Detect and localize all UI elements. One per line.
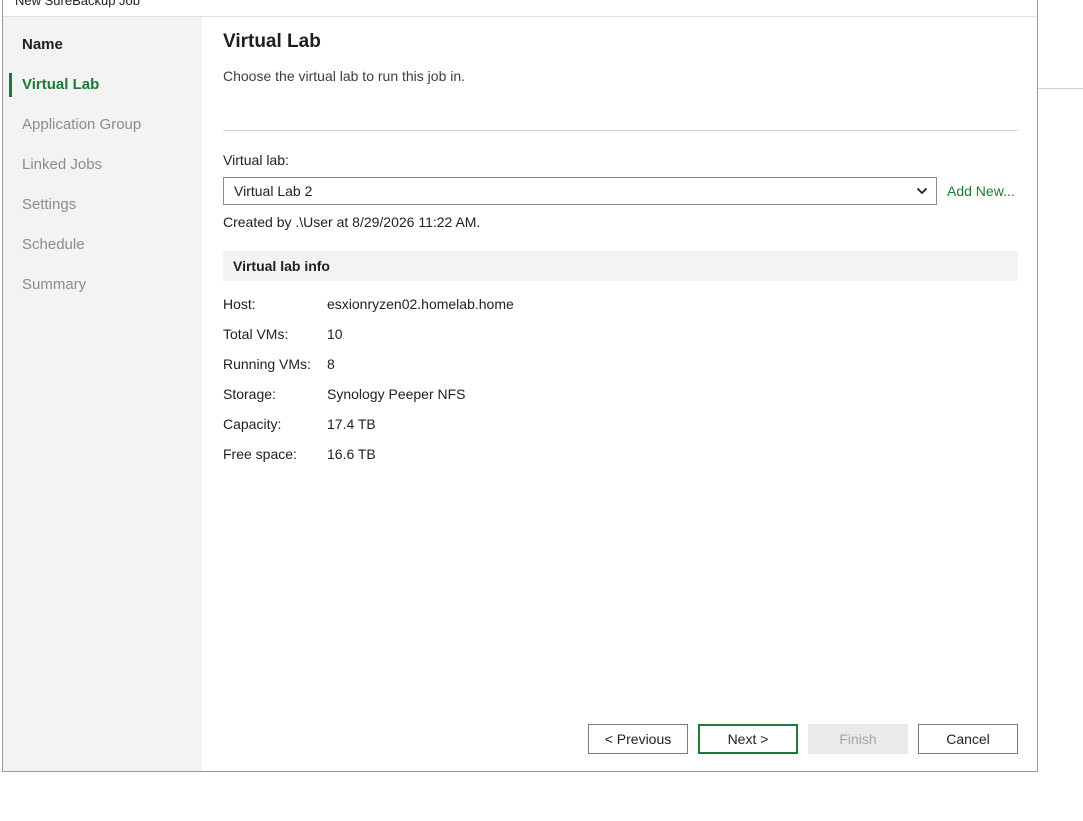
finish-button[interactable]: Finish xyxy=(808,724,908,754)
nav-step-application-group[interactable]: Application Group xyxy=(3,110,202,140)
created-by-note: Created by .\User at 8/29/2026 11:22 AM. xyxy=(223,214,481,230)
nav-step-linked-jobs[interactable]: Linked Jobs xyxy=(3,150,202,180)
previous-button[interactable]: < Previous xyxy=(588,724,688,754)
background-divider xyxy=(1038,88,1083,89)
info-value: 8 xyxy=(327,356,335,372)
page-subtitle: Choose the virtual lab to run this job i… xyxy=(223,68,466,84)
info-key: Total VMs: xyxy=(223,326,289,342)
virtual-lab-label: Virtual lab: xyxy=(223,152,289,168)
info-value: esxionryzen02.homelab.home xyxy=(327,296,514,312)
nav-step-label: Application Group xyxy=(22,116,142,133)
nav-step-label: Summary xyxy=(22,276,87,293)
nav-step-settings[interactable]: Settings xyxy=(3,190,202,220)
screen: New SureBackup Job Name Virtual Lab Appl… xyxy=(0,0,1083,821)
nav-step-label: Linked Jobs xyxy=(22,156,103,173)
wizard-content: Virtual Lab Choose the virtual lab to ru… xyxy=(202,17,1037,771)
virtual-lab-info-header: Virtual lab info xyxy=(223,251,1018,281)
nav-step-summary[interactable]: Summary xyxy=(3,270,202,300)
nav-step-label: Settings xyxy=(22,196,77,213)
nav-step-label: Name xyxy=(22,36,63,53)
virtual-lab-selected-value: Virtual Lab 2 xyxy=(234,183,313,199)
nav-step-label: Schedule xyxy=(22,236,85,253)
new-surebackup-job-dialog: New SureBackup Job Name Virtual Lab Appl… xyxy=(2,0,1038,772)
info-key: Free space: xyxy=(223,446,297,462)
info-value: Synology Peeper NFS xyxy=(327,386,466,402)
info-value: 17.4 TB xyxy=(327,416,376,432)
page-title: Virtual Lab xyxy=(223,31,321,52)
dialog-title: New SureBackup Job xyxy=(15,0,141,8)
cancel-button[interactable]: Cancel xyxy=(918,724,1018,754)
info-key: Running VMs: xyxy=(223,356,311,372)
info-value: 10 xyxy=(327,326,343,342)
info-key: Host: xyxy=(223,296,256,312)
info-key: Storage: xyxy=(223,386,276,402)
nav-step-label: Virtual Lab xyxy=(22,76,100,93)
add-new-link[interactable]: Add New... xyxy=(947,183,1015,199)
nav-step-name[interactable]: Name xyxy=(3,30,202,60)
header-divider xyxy=(223,130,1018,131)
virtual-lab-select[interactable]: Virtual Lab 2 xyxy=(223,177,937,205)
nav-step-virtual-lab[interactable]: Virtual Lab xyxy=(3,70,202,100)
chevron-down-icon xyxy=(916,187,928,195)
dialog-titlebar[interactable]: New SureBackup Job xyxy=(3,0,1037,17)
info-key: Capacity: xyxy=(223,416,282,432)
next-button[interactable]: Next > xyxy=(698,724,798,754)
wizard-step-nav: Name Virtual Lab Application Group Linke… xyxy=(3,17,202,771)
nav-step-schedule[interactable]: Schedule xyxy=(3,230,202,260)
info-value: 16.6 TB xyxy=(327,446,376,462)
